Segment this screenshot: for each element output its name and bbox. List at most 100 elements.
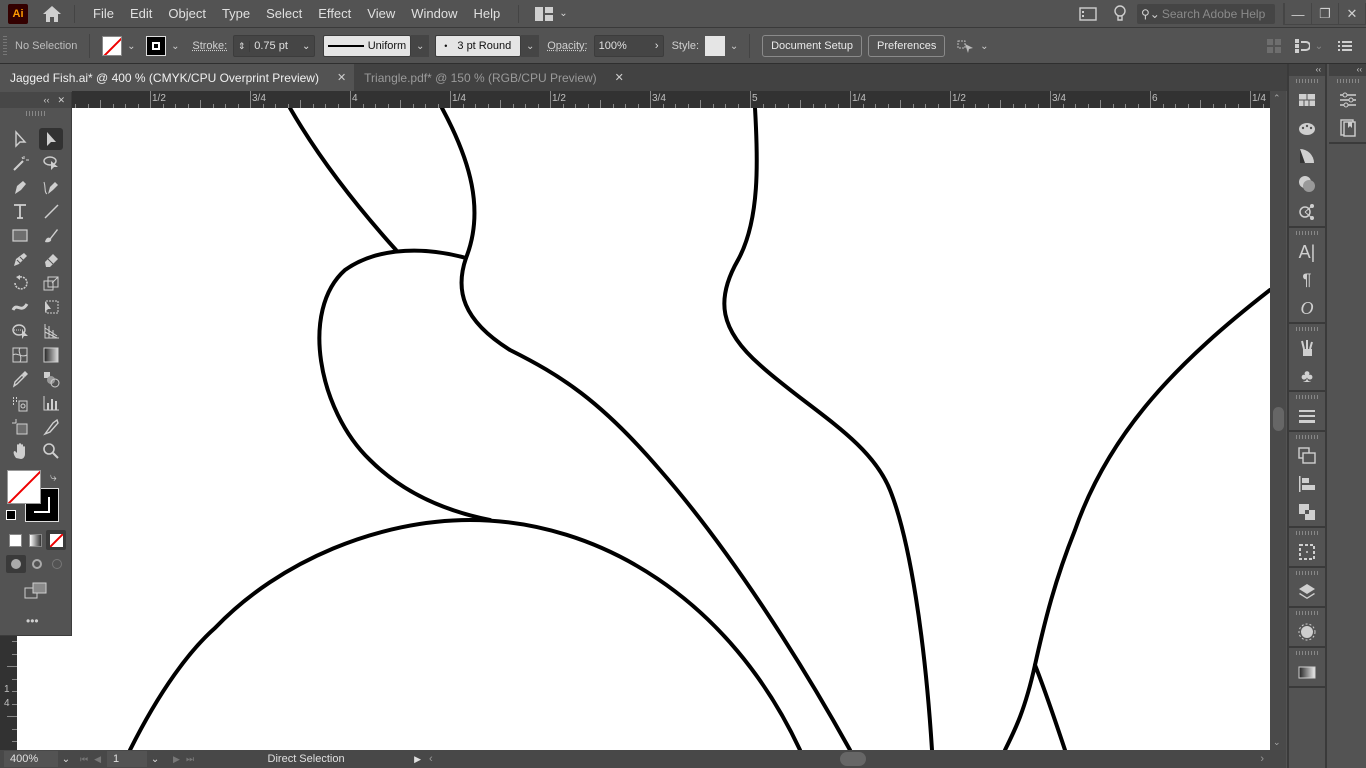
- chevron-down-icon[interactable]: ⌄: [1310, 35, 1328, 57]
- draw-behind-icon[interactable]: [27, 555, 47, 573]
- minimize-button[interactable]: —: [1284, 3, 1311, 25]
- symbol-sprayer-tool[interactable]: [8, 392, 32, 414]
- curvature-tool[interactable]: [39, 176, 63, 198]
- close-tab-icon[interactable]: ✕: [615, 71, 624, 84]
- graphic-styles-panel-button[interactable]: [1289, 618, 1325, 646]
- artboard-number-field[interactable]: 1: [107, 751, 148, 767]
- chevron-right-icon[interactable]: ›: [655, 40, 659, 52]
- chevron-down-icon[interactable]: ⌄: [298, 41, 314, 52]
- menu-select[interactable]: Select: [258, 6, 310, 21]
- width-tool[interactable]: [8, 296, 32, 318]
- lasso-tool[interactable]: [39, 152, 63, 174]
- brushes-panel-button[interactable]: [1289, 334, 1325, 362]
- tab-jagged-fish[interactable]: Jagged Fish.ai* @ 400 % (CMYK/CPU Overpr…: [0, 64, 355, 91]
- swatches-panel-button[interactable]: [1289, 86, 1325, 114]
- document-setup-button[interactable]: Document Setup: [762, 35, 863, 57]
- direct-selection-tool[interactable]: [39, 128, 63, 150]
- last-artboard-icon[interactable]: ⏭: [186, 754, 194, 765]
- transparency-panel-button[interactable]: [1289, 170, 1325, 198]
- color-guide-panel-button[interactable]: [1289, 114, 1325, 142]
- preferences-button[interactable]: Preferences: [868, 35, 946, 57]
- previous-artboard-icon[interactable]: ◀: [94, 754, 101, 765]
- horizontal-scroll-thumb[interactable]: [840, 752, 866, 766]
- pathfinder-panel-button[interactable]: [1289, 498, 1325, 526]
- character-panel-button[interactable]: A|: [1289, 238, 1325, 266]
- eraser-tool[interactable]: [39, 248, 63, 270]
- zoom-dropdown-icon[interactable]: ⌄: [58, 754, 74, 765]
- opacity-value[interactable]: 100%: [599, 40, 655, 52]
- menu-view[interactable]: View: [359, 6, 403, 21]
- perspective-grid-tool[interactable]: [39, 320, 63, 342]
- lightbulb-icon[interactable]: [1113, 5, 1127, 23]
- magic-wand-tool[interactable]: [8, 152, 32, 174]
- restore-button[interactable]: ❐: [1311, 3, 1338, 25]
- chevron-down-icon[interactable]: ⌄: [975, 35, 993, 57]
- color-mode-none[interactable]: [46, 530, 66, 550]
- panel-layout-icon[interactable]: [1079, 7, 1097, 21]
- scroll-up-icon[interactable]: ⌃: [1273, 93, 1281, 104]
- collapse-dock-icon[interactable]: ‹‹: [1289, 64, 1325, 76]
- libraries-panel-button[interactable]: [1329, 114, 1366, 142]
- zoom-value[interactable]: 400%: [10, 753, 38, 765]
- menu-object[interactable]: Object: [160, 6, 214, 21]
- stroke-panel-button[interactable]: [1289, 402, 1325, 430]
- search-input[interactable]: ⚲⌄ Search Adobe Help: [1137, 4, 1275, 24]
- status-info[interactable]: Direct Selection: [206, 753, 406, 765]
- shaper-tool[interactable]: [8, 248, 32, 270]
- mesh-tool[interactable]: [8, 344, 32, 366]
- screen-mode-icon[interactable]: [24, 582, 48, 600]
- opentype-panel-button[interactable]: O: [1289, 294, 1325, 322]
- artboard-number[interactable]: 1: [113, 753, 119, 765]
- horizontal-ruler[interactable]: 1/2 3/4 4 1/4 1/2 3/4 5 1/4 1/2 3/4 6 1/4: [72, 91, 1270, 108]
- snap-icon[interactable]: [1294, 38, 1310, 54]
- slice-tool[interactable]: [39, 416, 63, 438]
- workspace-switcher[interactable]: ⌄: [535, 6, 568, 21]
- tab-label[interactable]: Triangle.pdf* @ 150 % (RGB/CPU Preview): [364, 71, 596, 85]
- collapse-panel-icon[interactable]: ‹‹: [43, 95, 49, 105]
- brush-dropdown[interactable]: ⌄: [521, 35, 540, 57]
- artboard-canvas[interactable]: [17, 108, 1270, 750]
- paragraph-panel-button[interactable]: ¶: [1289, 266, 1325, 294]
- stroke-weight-stepper[interactable]: ⇕ 0.75 pt ⌄: [233, 35, 316, 57]
- stepper-arrows-icon[interactable]: ⇕: [234, 40, 251, 52]
- collapse-dock-icon[interactable]: ‹‹: [1329, 64, 1366, 76]
- first-artboard-icon[interactable]: ⏮: [80, 754, 88, 765]
- swap-fill-stroke-icon[interactable]: ⤷: [50, 470, 57, 485]
- menu-effect[interactable]: Effect: [310, 6, 359, 21]
- close-button[interactable]: ✕: [1338, 3, 1365, 25]
- zoom-tool[interactable]: [39, 440, 63, 462]
- home-button[interactable]: [40, 4, 64, 24]
- draw-inside-icon[interactable]: [47, 555, 67, 573]
- align-panel-button[interactable]: [1289, 470, 1325, 498]
- scale-tool[interactable]: [39, 272, 63, 294]
- symbols-panel-button[interactable]: ♣: [1289, 362, 1325, 390]
- opacity-label[interactable]: Opacity:: [547, 40, 587, 52]
- rectangle-tool[interactable]: [8, 224, 32, 246]
- menu-file[interactable]: File: [85, 6, 122, 21]
- fill-swatch[interactable]: [102, 36, 123, 56]
- eyedropper-tool[interactable]: [8, 368, 32, 390]
- toolbar-grip[interactable]: [25, 111, 46, 116]
- menu-edit[interactable]: Edit: [122, 6, 160, 21]
- zoom-field[interactable]: 400%: [4, 751, 58, 767]
- control-bar-grip[interactable]: [3, 36, 7, 56]
- graphic-style-swatch[interactable]: [705, 36, 726, 56]
- pen-tool[interactable]: [8, 176, 32, 198]
- color-mode-gradient[interactable]: [29, 534, 42, 547]
- close-panel-icon[interactable]: ✕: [57, 95, 65, 106]
- style-dropdown[interactable]: ⌄: [725, 35, 743, 57]
- paintbrush-tool[interactable]: [39, 224, 63, 246]
- selection-tool[interactable]: [8, 128, 32, 150]
- brush-definition[interactable]: • 3 pt Round: [435, 35, 522, 57]
- blend-tool[interactable]: [39, 368, 63, 390]
- vertical-scrollbar[interactable]: ⌃ ⌄: [1270, 91, 1286, 750]
- layers-panel-button[interactable]: [1289, 578, 1325, 606]
- tab-label[interactable]: Jagged Fish.ai* @ 400 % (CMYK/CPU Overpr…: [10, 71, 319, 85]
- scroll-left-icon[interactable]: ‹: [429, 753, 433, 765]
- tab-triangle[interactable]: Triangle.pdf* @ 150 % (RGB/CPU Preview) …: [354, 64, 632, 91]
- scroll-down-icon[interactable]: ⌄: [1273, 737, 1281, 748]
- gradient-panel-button[interactable]: [1289, 142, 1325, 170]
- variable-width-profile[interactable]: Uniform: [323, 35, 412, 57]
- artwork[interactable]: [17, 108, 1270, 750]
- stroke-swatch[interactable]: [146, 36, 167, 56]
